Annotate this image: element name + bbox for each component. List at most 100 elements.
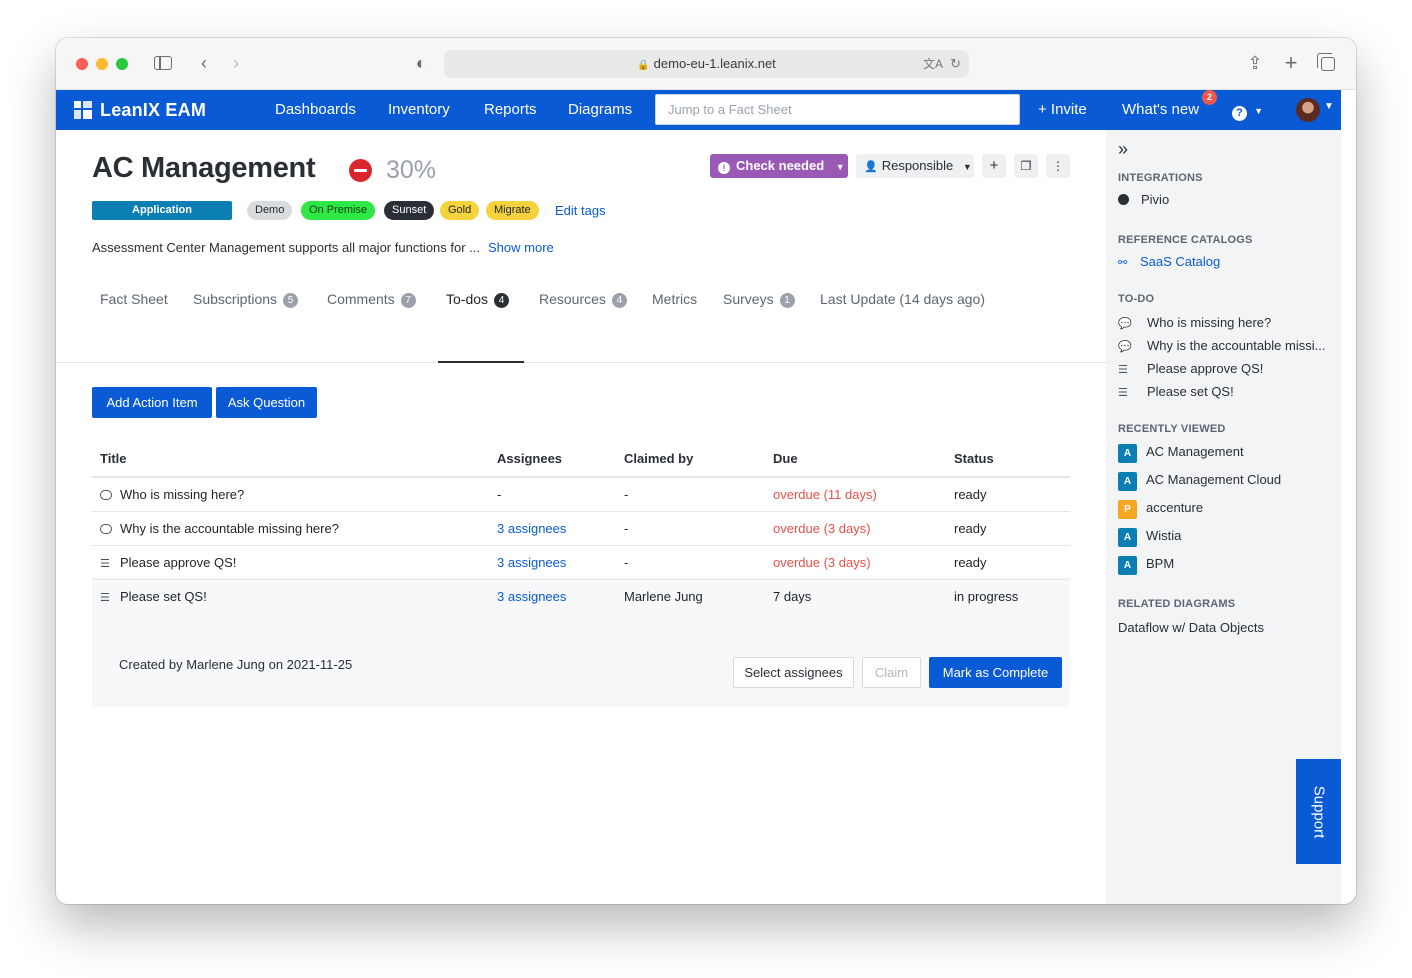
- nav-diagrams[interactable]: Diagrams: [568, 100, 632, 120]
- claim-button[interactable]: Claim: [862, 657, 921, 688]
- tab-label: Fact Sheet: [100, 291, 168, 307]
- tab-comments[interactable]: Comments 7: [327, 290, 416, 308]
- sidebar-todo-item[interactable]: 💬 Who is missing here?: [1118, 315, 1271, 330]
- todo-title: Why is the accountable missing here?: [120, 521, 339, 536]
- todo-status: in progress: [954, 589, 1019, 604]
- catalog-label: SaaS Catalog: [1140, 254, 1221, 269]
- tab-resources[interactable]: Resources 4: [539, 290, 627, 308]
- sidebar-toggle-icon[interactable]: [152, 52, 174, 74]
- tab-metrics[interactable]: Metrics: [652, 290, 697, 308]
- recent-item[interactable]: A Wistia: [1118, 528, 1181, 547]
- related-diagram-item[interactable]: Dataflow w/ Data Objects: [1118, 620, 1264, 635]
- avatar-caret-icon[interactable]: ▼: [1324, 101, 1334, 112]
- tag-demo[interactable]: Demo: [247, 201, 293, 220]
- recent-item[interactable]: A AC Management Cloud: [1118, 472, 1281, 491]
- address-bar[interactable]: 🔒 demo-eu-1.leanix.net 文A ↻: [444, 50, 969, 78]
- tab-subscriptions[interactable]: Subscriptions 5: [193, 290, 299, 308]
- tag-migrate[interactable]: Migrate: [486, 201, 539, 220]
- todo-claimed-by: -: [624, 521, 629, 536]
- select-assignees-button[interactable]: Select assignees: [733, 657, 854, 688]
- mark-as-complete-button[interactable]: Mark as Complete: [929, 657, 1062, 688]
- edit-tags-link[interactable]: Edit tags: [555, 201, 606, 220]
- completion-percentage[interactable]: 30%: [386, 156, 436, 185]
- new-tab-icon[interactable]: +: [1280, 52, 1302, 74]
- tab-overview-icon[interactable]: [1316, 52, 1338, 74]
- col-header-title[interactable]: Title: [100, 451, 127, 466]
- brand-name: LeanIX EAM: [100, 99, 207, 120]
- description-text: Assessment Center Management supports al…: [92, 240, 481, 255]
- tab-surveys[interactable]: Surveys 1: [723, 290, 795, 308]
- table-row[interactable]: ☰ Please approve QS! 3 assignees - overdu…: [92, 546, 1070, 580]
- sidebar-todo-item[interactable]: ☰ Please approve QS!: [1118, 361, 1263, 376]
- help-menu[interactable]: ? ▼: [1232, 100, 1264, 121]
- nav-inventory[interactable]: Inventory: [388, 100, 450, 120]
- todo-assignees-link[interactable]: 3 assignees: [497, 522, 566, 536]
- checklist-icon: ☰: [1118, 387, 1128, 399]
- check-needed-button[interactable]: ! Check needed ▼: [710, 154, 848, 178]
- recent-item[interactable]: Paccenture: [1118, 500, 1203, 519]
- more-options-button[interactable]: ⋮: [1046, 154, 1070, 178]
- sidebar-todo-label: Please approve QS!: [1147, 361, 1264, 376]
- col-header-due[interactable]: Due: [773, 451, 798, 466]
- sidebar-todo-item[interactable]: ☰ Please set QS!: [1118, 384, 1234, 399]
- factsheet-search-input[interactable]: Jump to a Fact Sheet: [655, 94, 1020, 125]
- responsible-button[interactable]: 👤 Responsible ▼: [856, 154, 974, 178]
- tag-on-premise[interactable]: On Premise: [301, 201, 376, 220]
- reload-icon[interactable]: ↻: [950, 50, 961, 78]
- table-row[interactable]: Why is the accountable missing here? 3 a…: [92, 512, 1070, 546]
- todo-status: ready: [954, 521, 987, 536]
- share-icon[interactable]: ⇪: [1244, 52, 1266, 74]
- todo-assignees-link[interactable]: 3 assignees: [497, 590, 566, 604]
- user-avatar[interactable]: [1296, 98, 1320, 122]
- todo-status: ready: [954, 487, 987, 502]
- support-button[interactable]: Support: [1296, 759, 1341, 864]
- invite-button[interactable]: + Invite: [1038, 100, 1087, 120]
- tab-fact-sheet[interactable]: Fact Sheet: [100, 290, 168, 308]
- table-row-expanded[interactable]: ☰ Please set QS! 3 assignees Marlene Jung…: [92, 580, 1070, 614]
- translate-icon[interactable]: 文A: [923, 50, 943, 78]
- privacy-shield-icon[interactable]: ◐: [410, 52, 432, 74]
- add-button[interactable]: +: [982, 154, 1006, 178]
- recent-item[interactable]: A BPM: [1118, 556, 1174, 575]
- collapse-panel-icon[interactable]: »: [1118, 139, 1128, 160]
- chevron-down-icon: ▼: [835, 162, 845, 172]
- application-type-badge: A: [1118, 472, 1137, 491]
- checklist-icon: ☰: [100, 592, 110, 604]
- ask-question-button[interactable]: Ask Question: [216, 387, 317, 418]
- add-action-item-button[interactable]: Add Action Item: [92, 387, 212, 418]
- col-header-status[interactable]: Status: [954, 451, 994, 466]
- close-window-button[interactable]: [76, 58, 88, 70]
- tab-todos[interactable]: To-dos 4: [446, 290, 510, 308]
- copy-button[interactable]: ❐: [1014, 154, 1038, 178]
- todo-due: overdue (3 days): [773, 521, 871, 536]
- exclamation-icon: !: [718, 162, 730, 174]
- catalogs-heading: REFERENCE CATALOGS: [1118, 234, 1253, 246]
- minimize-window-button[interactable]: [96, 58, 108, 70]
- sidebar-todo-item[interactable]: 💬 Why is the accountable missi...: [1118, 338, 1325, 353]
- catalog-link[interactable]: ⚯ SaaS Catalog: [1118, 254, 1220, 269]
- col-header-assignees[interactable]: Assignees: [497, 451, 562, 466]
- tag-sunset[interactable]: Sunset: [384, 201, 435, 220]
- forward-icon[interactable]: ›: [226, 52, 246, 74]
- integration-item[interactable]: Pivio: [1118, 192, 1169, 207]
- todo-assignees-link[interactable]: 3 assignees: [497, 556, 566, 570]
- support-label: Support: [1310, 785, 1327, 838]
- nav-reports[interactable]: Reports: [484, 100, 537, 120]
- zoom-window-button[interactable]: [116, 58, 128, 70]
- nav-dashboards[interactable]: Dashboards: [275, 100, 356, 120]
- recent-item[interactable]: A AC Management: [1118, 444, 1244, 463]
- tag-gold[interactable]: Gold: [440, 201, 480, 220]
- notification-count-badge: 2: [1202, 90, 1217, 105]
- tab-count-badge: 1: [779, 293, 795, 308]
- todo-heading: TO-DO: [1118, 293, 1155, 305]
- todo-status: ready: [954, 555, 987, 570]
- application-type-badge: A: [1118, 556, 1137, 575]
- tab-last-update[interactable]: Last Update (14 days ago): [820, 290, 985, 308]
- col-header-claimed-by[interactable]: Claimed by: [624, 451, 693, 466]
- whats-new-button[interactable]: What's new: [1122, 100, 1199, 120]
- leanix-logo[interactable]: LeanIX EAM: [74, 99, 206, 121]
- table-row[interactable]: Who is missing here? - - overdue (11 day…: [92, 478, 1070, 512]
- checklist-icon: ☰: [1118, 364, 1128, 376]
- back-icon[interactable]: ‹: [194, 52, 214, 74]
- show-more-link[interactable]: Show more: [488, 240, 554, 255]
